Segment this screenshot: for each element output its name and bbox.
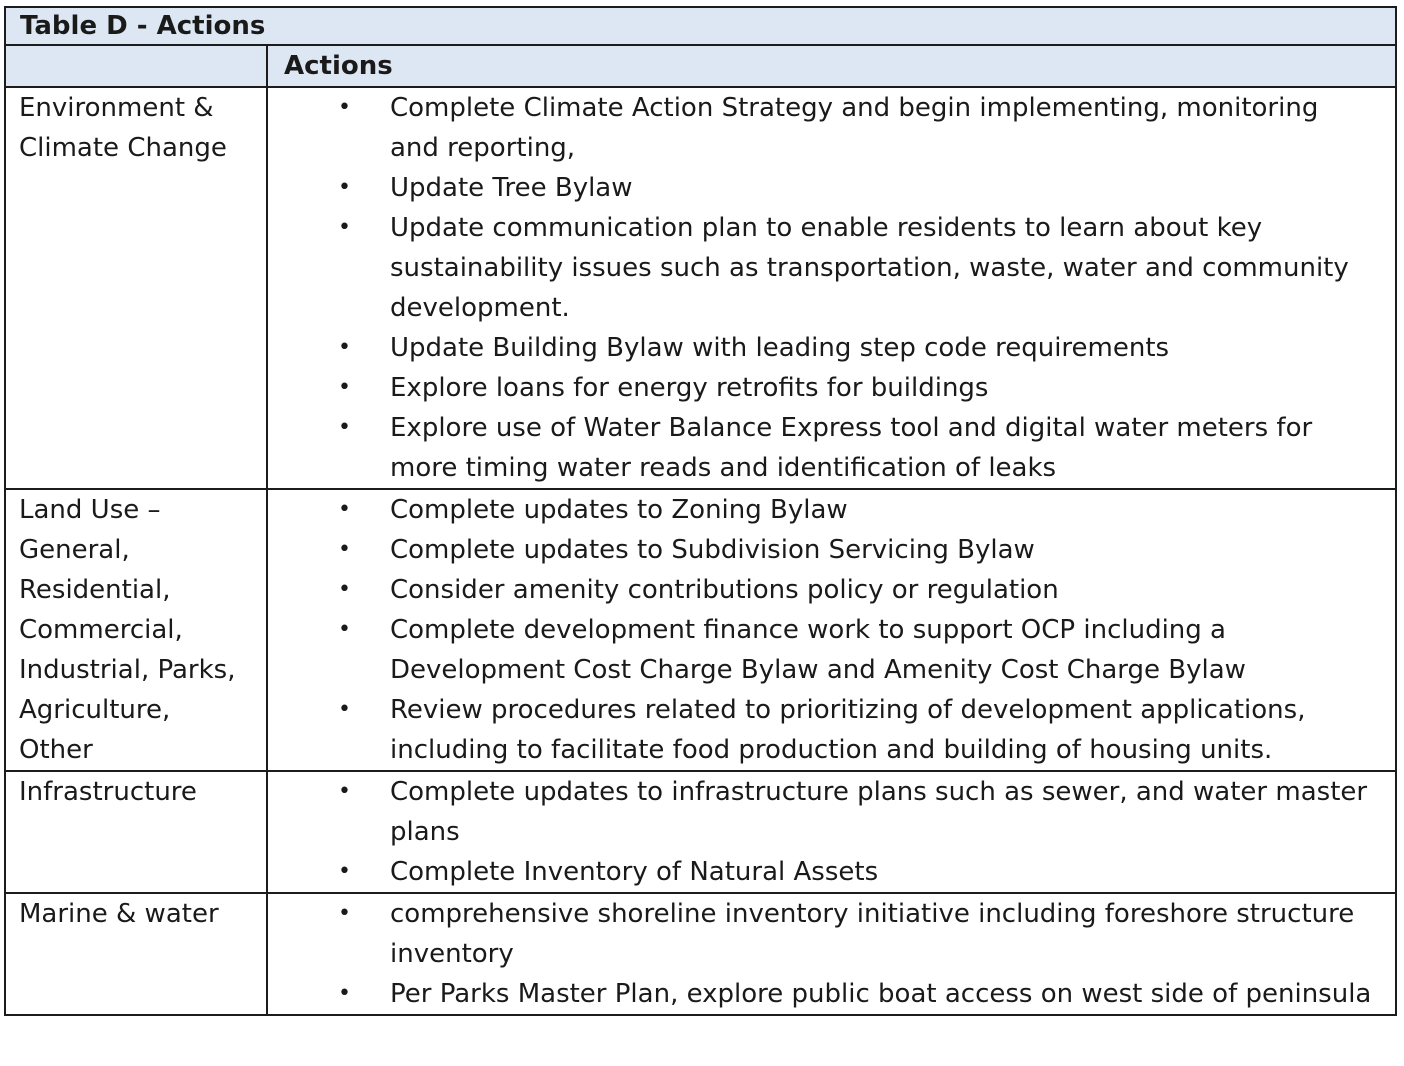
action-item: • Complete Climate Action Strategy and be… — [268, 88, 1395, 168]
action-list: • comprehensive shoreline inventory initi… — [268, 894, 1395, 1014]
action-text: comprehensive shoreline inventory initia… — [390, 899, 1355, 969]
header-category — [4, 44, 268, 88]
action-item: • comprehensive shoreline inventory initi… — [268, 894, 1395, 974]
bullet-icon: • — [338, 779, 351, 804]
bullet-icon: • — [338, 375, 351, 400]
action-text: Complete Climate Action Strategy and beg… — [390, 93, 1319, 163]
action-item: • Complete Inventory of Natural Assets — [268, 852, 1395, 892]
category-cell: Land Use – General, Residential, Commerc… — [4, 488, 268, 772]
action-item: • Update Building Bylaw with leading step… — [268, 328, 1395, 368]
action-text: Explore use of Water Balance Express too… — [390, 413, 1313, 483]
action-text: Update Tree Bylaw — [390, 173, 633, 203]
table-header-row: Actions — [4, 44, 1397, 88]
action-item: • Review procedures related to prioritizi… — [268, 690, 1395, 770]
bullet-icon: • — [338, 617, 351, 642]
bullet-icon: • — [338, 415, 351, 440]
actions-cell: • Complete updates to infrastructure plan… — [266, 770, 1397, 894]
bullet-icon: • — [338, 95, 351, 120]
table-title-row: Table D - Actions — [4, 6, 1397, 46]
table-row: Land Use – General, Residential, Commerc… — [4, 488, 1397, 772]
table-title: Table D - Actions — [4, 6, 1397, 46]
action-text: Update communication plan to enable resi… — [390, 213, 1349, 323]
action-item: • Consider amenity contributions policy o… — [268, 570, 1395, 610]
action-item: • Complete updates to infrastructure plan… — [268, 772, 1395, 852]
actions-cell: • comprehensive shoreline inventory initi… — [266, 892, 1397, 1016]
action-text: Review procedures related to prioritizin… — [390, 695, 1306, 765]
actions-cell: • Complete Climate Action Strategy and be… — [266, 86, 1397, 490]
action-text: Per Parks Master Plan, explore public bo… — [390, 979, 1372, 1009]
action-item: • Complete development finance work to su… — [268, 610, 1395, 690]
action-item: • Complete updates to Zoning Bylaw — [268, 490, 1395, 530]
action-text: Complete development finance work to sup… — [390, 615, 1246, 685]
table-row: Marine & water • comprehensive shoreline … — [4, 892, 1397, 1016]
header-actions: Actions — [266, 44, 1397, 88]
action-text: Explore loans for energy retrofits for b… — [390, 373, 989, 403]
action-item: • Update communication plan to enable res… — [268, 208, 1395, 328]
bullet-icon: • — [338, 215, 351, 240]
action-item: • Explore loans for energy retrofits for … — [268, 368, 1395, 408]
bullet-icon: • — [338, 577, 351, 602]
action-list: • Complete updates to infrastructure plan… — [268, 772, 1395, 892]
bullet-icon: • — [338, 497, 351, 522]
bullet-icon: • — [338, 537, 351, 562]
category-cell: Marine & water — [4, 892, 268, 1016]
table-row: Infrastructure • Complete updates to infr… — [4, 770, 1397, 894]
action-item: • Per Parks Master Plan, explore public b… — [268, 974, 1395, 1014]
action-text: Consider amenity contributions policy or… — [390, 575, 1059, 605]
action-text: Complete updates to infrastructure plans… — [390, 777, 1368, 847]
action-text: Complete updates to Subdivision Servicin… — [390, 535, 1035, 565]
bullet-icon: • — [338, 175, 351, 200]
action-list: • Complete Climate Action Strategy and be… — [268, 88, 1395, 488]
table-row: Environment & Climate Change • Complete C… — [4, 86, 1397, 490]
action-text: Complete Inventory of Natural Assets — [390, 857, 879, 887]
action-text: Update Building Bylaw with leading step … — [390, 333, 1170, 363]
action-item: • Update Tree Bylaw — [268, 168, 1395, 208]
action-text: Complete updates to Zoning Bylaw — [390, 495, 848, 525]
category-cell: Infrastructure — [4, 770, 268, 894]
bullet-icon: • — [338, 859, 351, 884]
action-item: • Complete updates to Subdivision Servici… — [268, 530, 1395, 570]
actions-cell: • Complete updates to Zoning Bylaw • Compl… — [266, 488, 1397, 772]
bullet-icon: • — [338, 981, 351, 1006]
action-list: • Complete updates to Zoning Bylaw • Compl… — [268, 490, 1395, 770]
bullet-icon: • — [338, 335, 351, 360]
bullet-icon: • — [338, 901, 351, 926]
category-cell: Environment & Climate Change — [4, 86, 268, 490]
actions-table: Table D - Actions Actions Environment & … — [4, 6, 1397, 1016]
bullet-icon: • — [338, 697, 351, 722]
action-item: • Explore use of Water Balance Express to… — [268, 408, 1395, 488]
